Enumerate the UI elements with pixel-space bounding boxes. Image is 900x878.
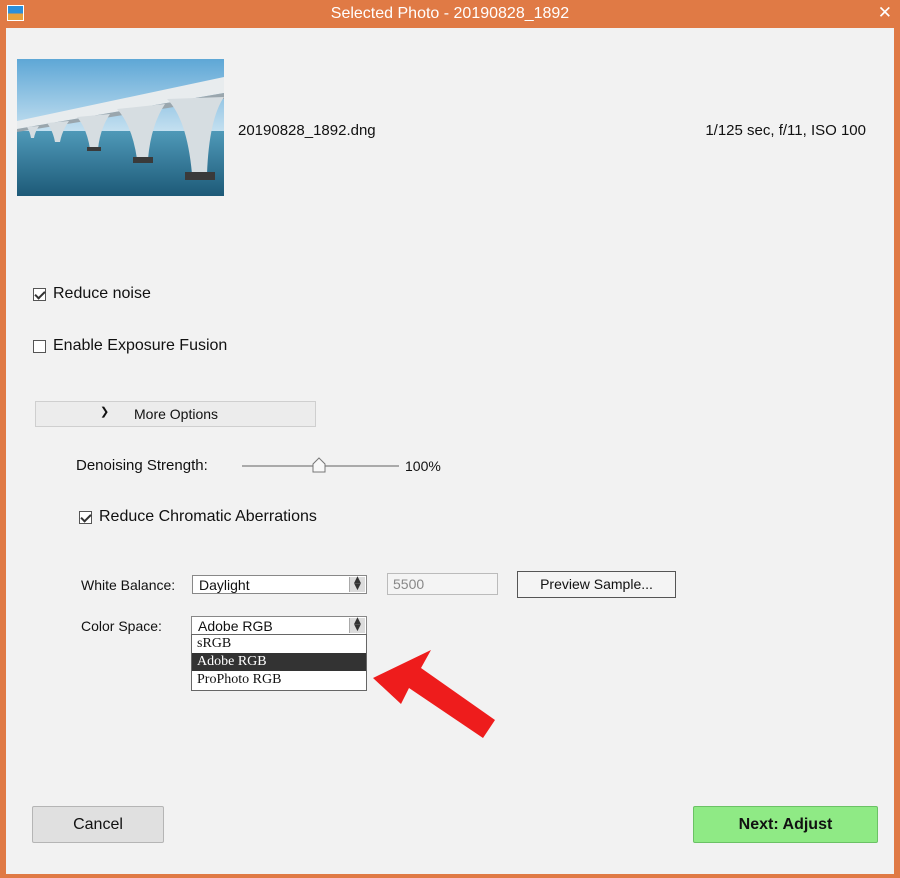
checkbox-checked-icon[interactable]	[79, 510, 92, 524]
next-adjust-button[interactable]: Next: Adjust	[693, 806, 878, 843]
more-options-label: More Options	[134, 406, 219, 422]
reduce-noise-checkbox[interactable]: Reduce noise	[33, 285, 151, 303]
updown-chevron-icon: ▲ ▼	[349, 617, 365, 633]
denoising-strength-value: 100%	[405, 458, 441, 474]
checkbox-unchecked-icon[interactable]	[33, 339, 46, 353]
denoising-slider-handle[interactable]	[312, 457, 326, 473]
color-space-dropdown-list: sRGB Adobe RGB ProPhoto RGB	[191, 634, 367, 691]
photo-exif: 1/125 sec, f/11, ISO 100	[705, 122, 866, 139]
chevron-down-icon: ❯	[100, 406, 110, 418]
chromatic-aberration-label: Reduce Chromatic Aberrations	[99, 508, 317, 525]
chromatic-aberration-checkbox[interactable]: Reduce Chromatic Aberrations	[79, 508, 317, 526]
kelvin-input[interactable]: 5500	[387, 573, 498, 595]
close-icon[interactable]: ✕	[878, 3, 892, 23]
white-balance-select[interactable]: Daylight ▲ ▼	[192, 575, 367, 594]
cancel-button[interactable]: Cancel	[32, 806, 164, 843]
checkbox-checked-icon[interactable]	[33, 287, 46, 301]
photo-filename: 20190828_1892.dng	[238, 122, 376, 139]
photo-thumbnail	[17, 59, 224, 196]
white-balance-label: White Balance:	[81, 577, 176, 593]
reduce-noise-label: Reduce noise	[53, 285, 151, 302]
color-space-option-adobe-rgb[interactable]: Adobe RGB	[192, 653, 366, 671]
preview-sample-button[interactable]: Preview Sample...	[517, 571, 676, 598]
exposure-fusion-checkbox[interactable]: Enable Exposure Fusion	[33, 337, 227, 355]
color-space-select[interactable]: Adobe RGB ▲ ▼	[191, 616, 367, 635]
exposure-fusion-label: Enable Exposure Fusion	[53, 337, 228, 354]
title-bar: Selected Photo - 20190828_1892 ✕	[0, 0, 900, 28]
color-space-option-srgb[interactable]: sRGB	[192, 635, 366, 653]
window-title: Selected Photo - 20190828_1892	[330, 5, 570, 22]
updown-chevron-icon: ▲ ▼	[349, 576, 365, 592]
white-balance-value: Daylight	[199, 577, 250, 593]
color-space-option-prophoto-rgb[interactable]: ProPhoto RGB	[192, 671, 366, 689]
dialog-body: 20190828_1892.dng 1/125 sec, f/11, ISO 1…	[6, 28, 894, 874]
annotation-arrow-icon	[373, 650, 495, 738]
color-space-label: Color Space:	[81, 618, 162, 634]
more-options-button[interactable]: ❯ More Options	[35, 401, 316, 427]
denoising-strength-label: Denoising Strength:	[76, 457, 208, 474]
color-space-value: Adobe RGB	[198, 618, 273, 634]
app-icon	[7, 5, 24, 21]
